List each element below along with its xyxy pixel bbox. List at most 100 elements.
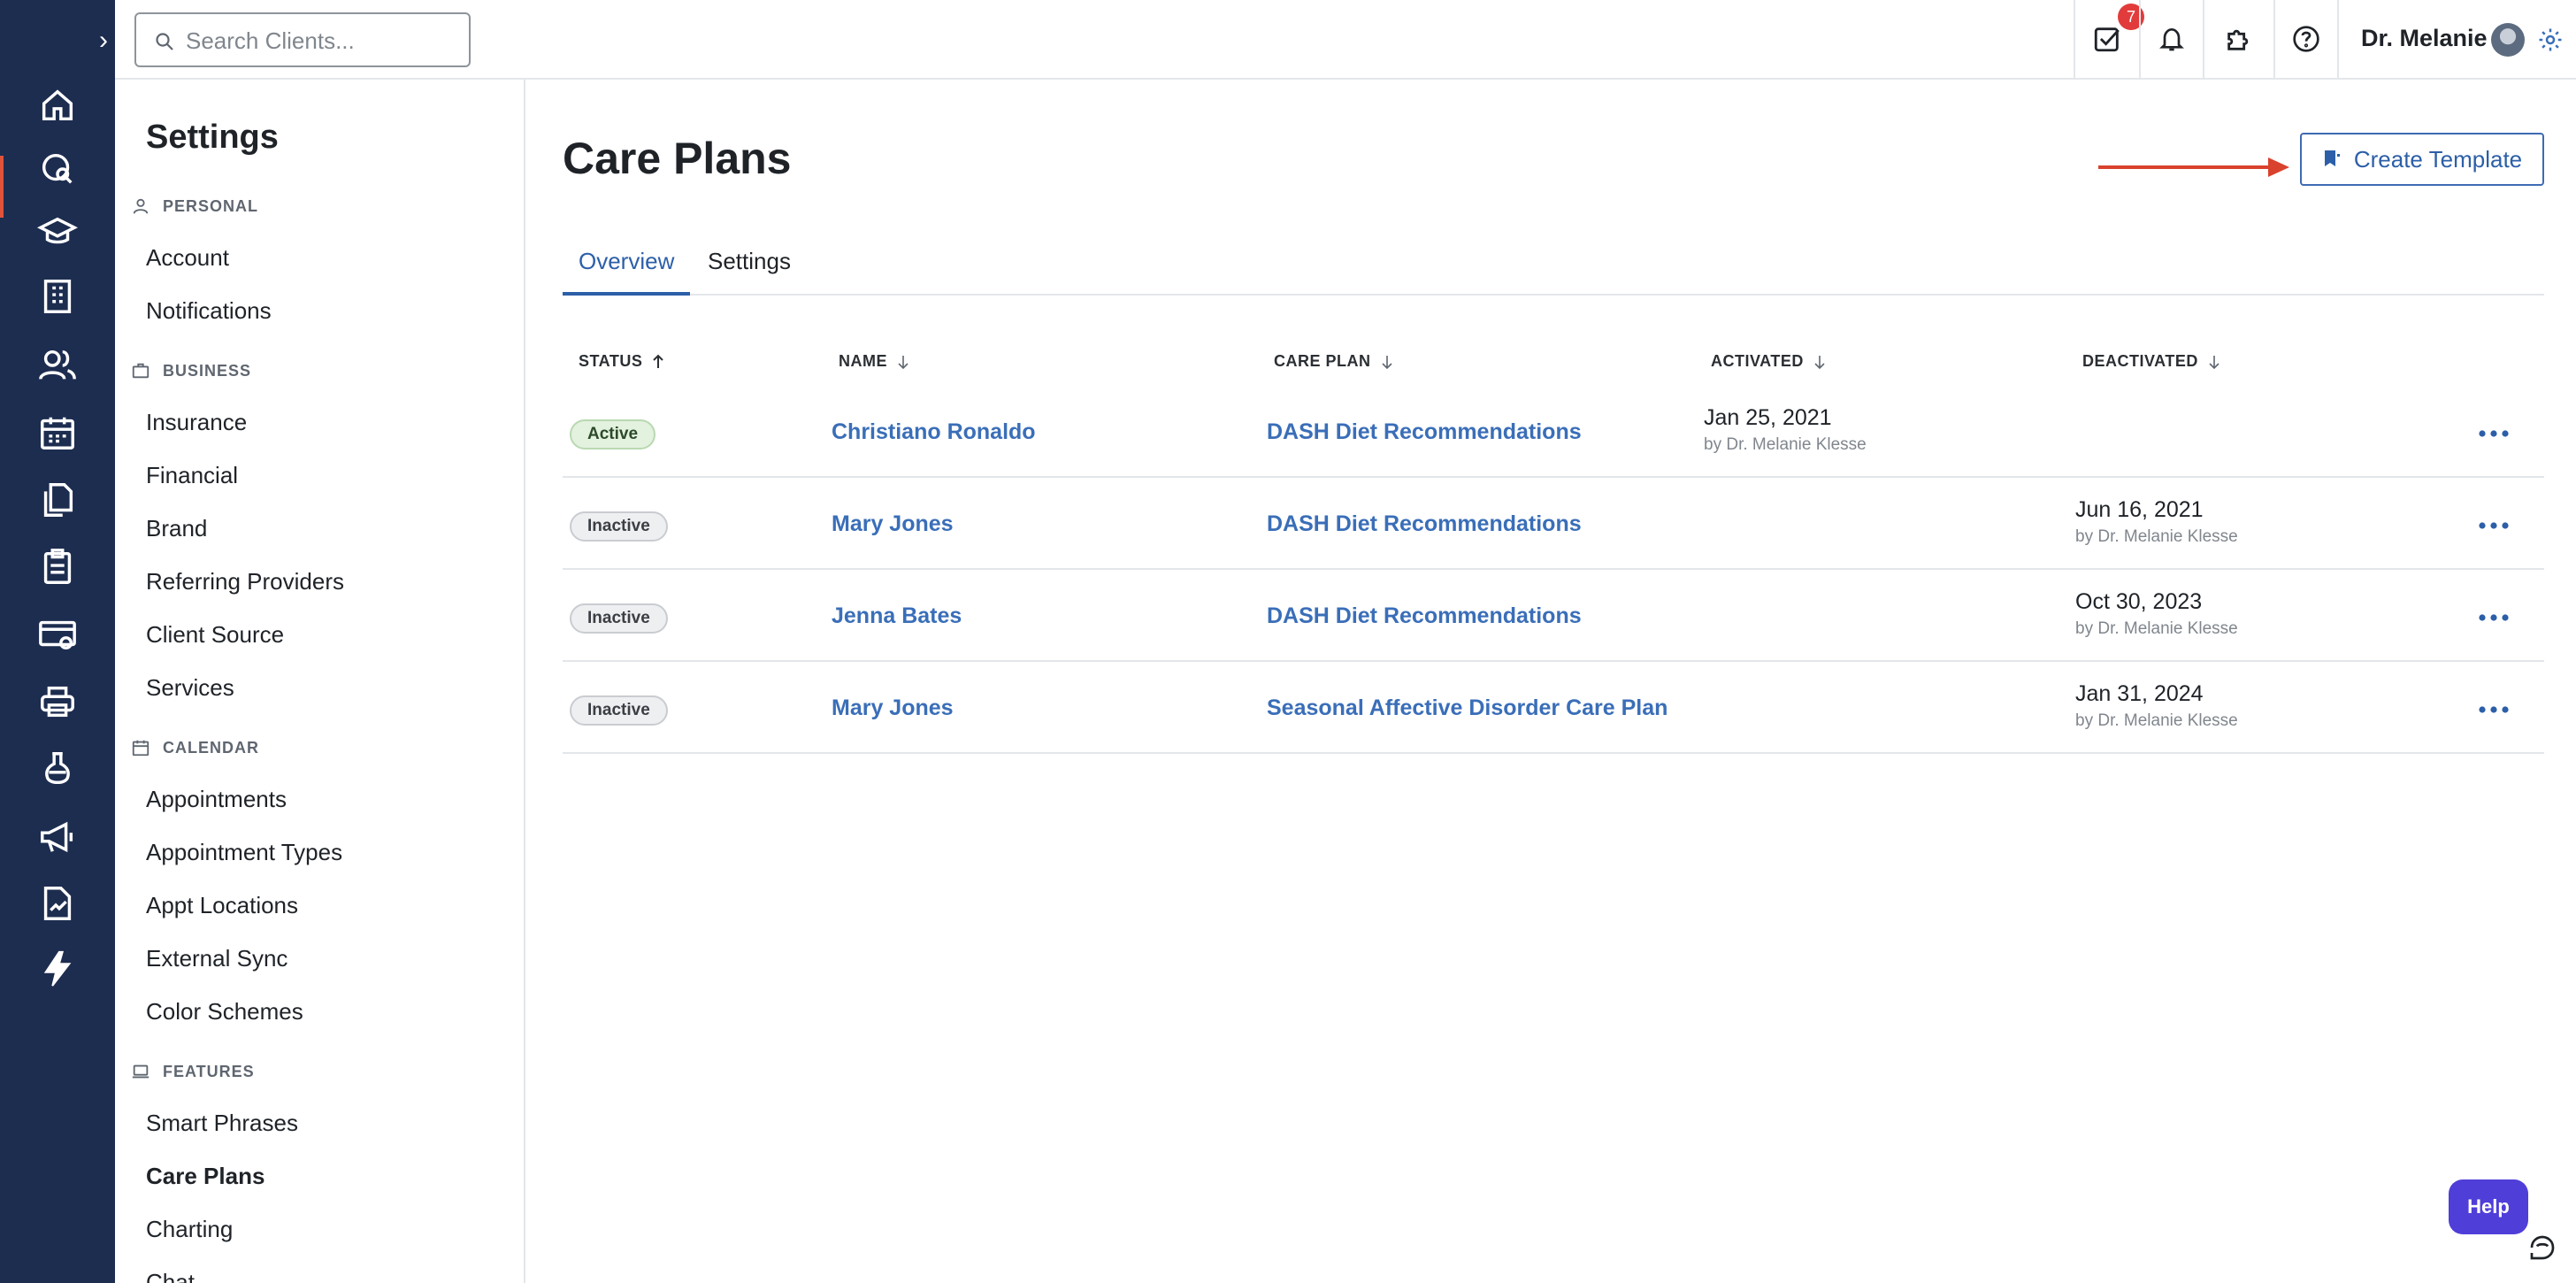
search-input[interactable]: [186, 25, 451, 57]
column-header-status[interactable]: STATUS: [579, 352, 665, 371]
column-header-activated[interactable]: ACTIVATED: [1711, 352, 1827, 371]
create-template-button[interactable]: Create Template: [2300, 133, 2544, 186]
chat-search-icon[interactable]: [37, 149, 78, 189]
section-label: PERSONAL: [163, 196, 259, 215]
help-center-button[interactable]: [2273, 0, 2337, 78]
tasks-checkbox-icon: [2094, 27, 2120, 52]
section-calendar: CALENDAR: [131, 734, 259, 761]
calendar-icon: [132, 740, 150, 757]
sidebar-item-financial[interactable]: Financial: [146, 462, 238, 489]
care-plan-link[interactable]: Seasonal Affective Disorder Care Plan: [1267, 695, 1668, 721]
chat-support-icon[interactable]: [2526, 1232, 2558, 1264]
expand-rail-icon[interactable]: ›: [92, 23, 115, 58]
avatar[interactable]: [2491, 23, 2525, 57]
client-name-link[interactable]: Jenna Bates: [832, 603, 962, 629]
sidebar-item-appt-locations[interactable]: Appt Locations: [146, 892, 298, 919]
sort-descending-icon: [2209, 355, 2220, 369]
client-name-link[interactable]: Mary Jones: [832, 511, 954, 537]
sidebar-item-external-sync[interactable]: External Sync: [146, 945, 288, 972]
deactivated-by: by Dr. Melanie Klesse: [2075, 619, 2238, 638]
education-icon[interactable]: [36, 212, 79, 253]
section-label: CALENDAR: [163, 738, 259, 757]
section-personal: PERSONAL: [131, 193, 258, 219]
sidebar-item-smart-phrases[interactable]: Smart Phrases: [146, 1110, 298, 1137]
lightning-icon[interactable]: [37, 949, 78, 989]
laptop-icon: [132, 1064, 150, 1079]
client-name-link[interactable]: Mary Jones: [832, 695, 954, 721]
sort-descending-icon: [1381, 355, 1392, 369]
sidebar-item-client-source[interactable]: Client Source: [146, 621, 284, 649]
status-badge: Active: [570, 419, 656, 449]
tab-overview[interactable]: Overview: [563, 248, 691, 296]
search-icon: [156, 33, 173, 50]
table-row: Active Christiano Ronaldo DASH Diet Reco…: [563, 386, 2544, 478]
sort-descending-icon: [1814, 355, 1825, 369]
annotation-arrow: [2098, 157, 2289, 177]
gear-icon[interactable]: [2537, 27, 2564, 53]
sidebar-item-brand[interactable]: Brand: [146, 515, 207, 542]
notifications-button[interactable]: [2139, 0, 2203, 78]
deactivated-by: by Dr. Melanie Klesse: [2075, 527, 2238, 546]
help-button[interactable]: Help: [2449, 1179, 2528, 1234]
puzzle-icon: [2227, 29, 2249, 50]
template-icon: [2324, 150, 2340, 166]
more-options-icon[interactable]: [2473, 600, 2514, 635]
tab-settings[interactable]: Settings: [708, 248, 791, 296]
section-label: BUSINESS: [163, 361, 252, 380]
column-header-name[interactable]: NAME: [839, 352, 910, 371]
user-name[interactable]: Dr. Melanie: [2361, 25, 2488, 52]
column-header-care-plan[interactable]: CARE PLAN: [1274, 352, 1394, 371]
activated-date: Jan 25, 2021: [1704, 405, 1832, 430]
sort-ascending-icon: [653, 354, 664, 368]
deactivated-date: Jan 31, 2024: [2075, 681, 2204, 706]
clients-icon[interactable]: [37, 345, 78, 386]
integrations-button[interactable]: [2203, 0, 2273, 78]
billing-icon[interactable]: [37, 614, 78, 655]
tasks-button[interactable]: 7: [2074, 0, 2144, 78]
sidebar-item-chat[interactable]: Chat: [146, 1269, 195, 1283]
reports-icon[interactable]: [37, 883, 78, 924]
lab-flask-icon[interactable]: [37, 749, 78, 789]
clipboard-icon[interactable]: [37, 547, 78, 588]
more-options-icon[interactable]: [2473, 416, 2514, 451]
table-row: Inactive Mary Jones Seasonal Affective D…: [563, 662, 2544, 754]
page-title: Care Plans: [563, 134, 792, 183]
building-icon[interactable]: [37, 276, 78, 317]
column-header-deactivated[interactable]: DEACTIVATED: [2082, 352, 2221, 371]
sidebar-item-insurance[interactable]: Insurance: [146, 409, 247, 436]
sidebar-item-services[interactable]: Services: [146, 674, 234, 702]
briefcase-icon: [132, 363, 150, 379]
calendar-icon[interactable]: [37, 412, 78, 453]
status-badge: Inactive: [570, 511, 668, 542]
sidebar-item-charting[interactable]: Charting: [146, 1216, 233, 1243]
sidebar-item-notifications[interactable]: Notifications: [146, 297, 272, 325]
sidebar-item-appointment-types[interactable]: Appointment Types: [146, 839, 342, 866]
sidebar-item-account[interactable]: Account: [146, 244, 229, 272]
sidebar-title: Settings: [146, 119, 279, 156]
sidebar-item-referring-providers[interactable]: Referring Providers: [146, 568, 344, 595]
sidebar-item-care-plans[interactable]: Care Plans: [146, 1163, 264, 1190]
sidebar-item-color-schemes[interactable]: Color Schemes: [146, 998, 303, 1026]
search-box[interactable]: [134, 12, 471, 67]
status-badge: Inactive: [570, 695, 668, 726]
documents-icon[interactable]: [37, 480, 78, 520]
print-icon[interactable]: [37, 681, 78, 722]
bell-icon: [2159, 27, 2184, 51]
deactivated-date: Jun 16, 2021: [2075, 497, 2204, 522]
activated-by: by Dr. Melanie Klesse: [1704, 435, 1867, 454]
client-name-link[interactable]: Christiano Ronaldo: [832, 419, 1036, 445]
more-options-icon[interactable]: [2473, 508, 2514, 543]
deactivated-date: Oct 30, 2023: [2075, 589, 2203, 614]
table-row: Inactive Jenna Bates DASH Diet Recommend…: [563, 570, 2544, 662]
home-icon[interactable]: [37, 85, 78, 126]
settings-sidebar: Settings PERSONAL Account Notifications …: [115, 80, 525, 1283]
table-row: Inactive Mary Jones DASH Diet Recommenda…: [563, 478, 2544, 570]
sidebar-item-appointments[interactable]: Appointments: [146, 786, 287, 813]
care-plan-link[interactable]: DASH Diet Recommendations: [1267, 603, 1582, 629]
megaphone-icon[interactable]: [37, 816, 78, 857]
care-plan-link[interactable]: DASH Diet Recommendations: [1267, 511, 1582, 537]
care-plan-link[interactable]: DASH Diet Recommendations: [1267, 419, 1582, 445]
more-options-icon[interactable]: [2473, 692, 2514, 727]
rail-active-indicator: [0, 156, 4, 218]
status-badge: Inactive: [570, 603, 668, 634]
